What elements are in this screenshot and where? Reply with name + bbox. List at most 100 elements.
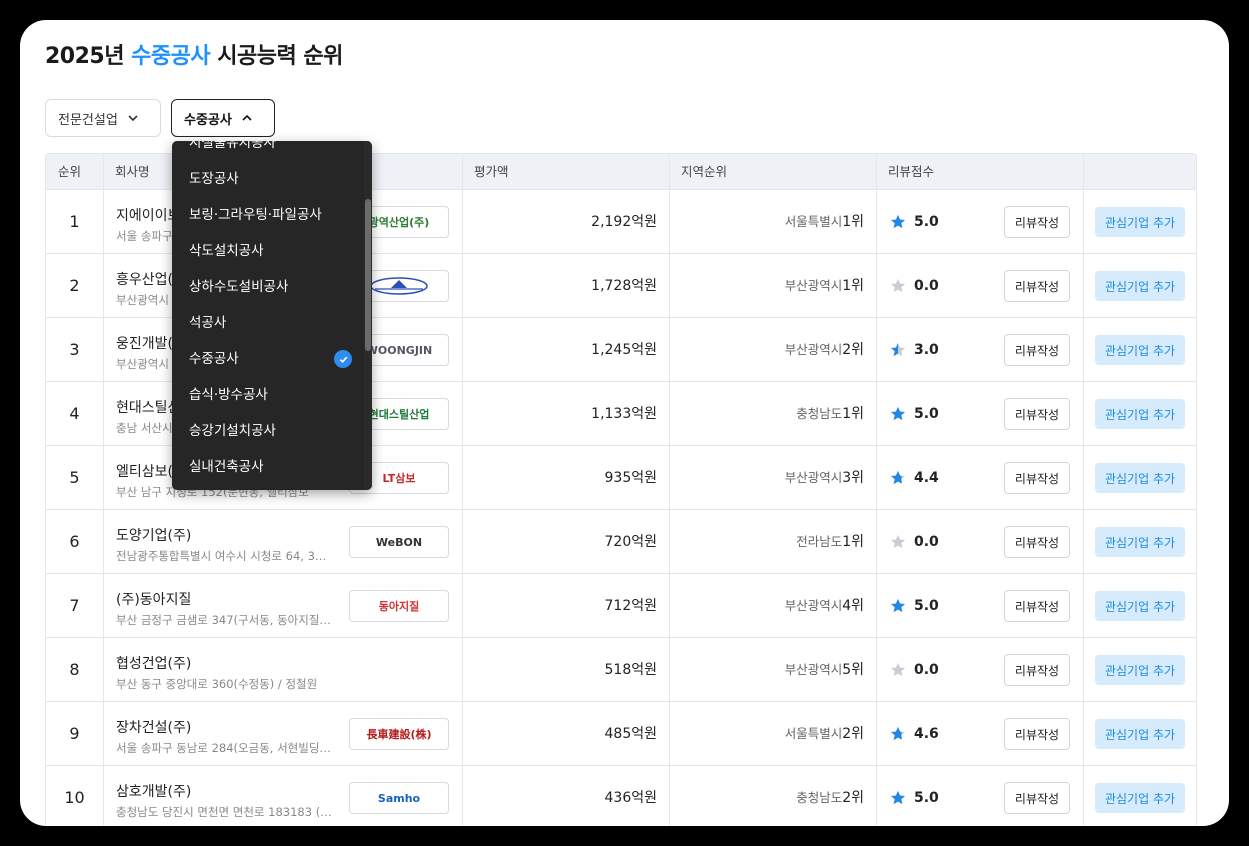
dropdown-option[interactable]: 삭도설치공사 <box>172 233 362 269</box>
review-score: 0.0 <box>889 254 939 318</box>
score-value: 5.0 <box>914 214 939 230</box>
company-address: 전남광주통합특별시 여수시 시청로 64, 3… <box>116 549 327 563</box>
rank-cell: 9 <box>69 724 80 743</box>
write-review-button[interactable]: 리뷰작성 <box>1004 398 1070 430</box>
company-logo: Samho <box>349 782 449 814</box>
star-icon <box>890 790 906 805</box>
dropdown-option-label: 삭도설치공사 <box>189 243 264 259</box>
star-icon <box>890 470 906 485</box>
dropdown-option[interactable]: 석공사 <box>172 305 362 341</box>
company-name[interactable]: 흥우산업( <box>116 269 173 289</box>
write-review-button[interactable]: 리뷰작성 <box>1004 590 1070 622</box>
amount-cell: 1,133억원 <box>591 406 657 422</box>
region-name: 부산광역시 <box>784 278 843 293</box>
region-cell: 부산광역시1위 <box>669 254 864 318</box>
dropdown-option[interactable]: 승강기설치공사 <box>172 413 362 449</box>
page-title: 2025년 수중공사 시공능력 순위 <box>45 38 343 70</box>
rank-cell: 8 <box>69 660 80 679</box>
table-row: 9 장차건설(주) 서울 송파구 동남로 284(오금동, 서현빌딩… 長車建設(株)… <box>46 702 1196 766</box>
write-review-button[interactable]: 리뷰작성 <box>1004 334 1070 366</box>
dropdown-option-label: 승강기설치공사 <box>189 423 276 439</box>
category-filter-label: 전문건설업 <box>58 112 118 128</box>
add-interest-button[interactable]: 관심기업 추가 <box>1095 527 1185 557</box>
column-divider <box>669 154 670 826</box>
score-value: 5.0 <box>914 790 939 806</box>
header-amount: 평가액 <box>474 164 509 179</box>
add-interest-button[interactable]: 관심기업 추가 <box>1095 207 1185 237</box>
region-rank: 1위 <box>842 278 864 294</box>
dropdown-option[interactable]: 습식·방수공사 <box>172 377 362 413</box>
dropdown-option[interactable]: 수중공사 <box>172 341 362 377</box>
rank-cell: 4 <box>69 404 80 423</box>
region-rank: 2위 <box>842 726 864 742</box>
add-interest-button[interactable]: 관심기업 추가 <box>1095 783 1185 813</box>
company-name[interactable]: 협성건업(주) <box>116 653 191 673</box>
score-value: 0.0 <box>914 662 939 678</box>
region-name: 전라남도 <box>796 534 843 549</box>
dropdown-option-label: 도장공사 <box>189 171 239 187</box>
company-name[interactable]: 도양기업(주) <box>116 525 191 545</box>
write-review-button[interactable]: 리뷰작성 <box>1004 654 1070 686</box>
review-score: 5.0 <box>889 382 939 446</box>
emblem-icon <box>370 277 428 295</box>
logo-text: 長車建設(株) <box>366 728 432 741</box>
add-interest-button[interactable]: 관심기업 추가 <box>1095 399 1185 429</box>
region-name: 부산광역시 <box>784 598 843 613</box>
review-score: 4.4 <box>889 446 939 510</box>
subcategory-dropdown: 시설물유지공사도장공사보링·그라우팅·파일공사삭도설치공사상하수도설비공사석공사… <box>172 141 372 490</box>
dropdown-option-label: 상하수도설비공사 <box>189 279 289 295</box>
region-cell: 부산광역시2위 <box>669 318 864 382</box>
add-interest-button[interactable]: 관심기업 추가 <box>1095 335 1185 365</box>
region-rank: 1위 <box>842 214 864 230</box>
review-score: 5.0 <box>889 574 939 638</box>
subcategory-filter[interactable]: 수중공사 <box>171 99 275 137</box>
dropdown-scroll-thumb[interactable] <box>365 199 371 351</box>
company-name[interactable]: 삼호개발(주) <box>116 781 191 801</box>
score-value: 5.0 <box>914 406 939 422</box>
dropdown-option-label: 실내건축공사 <box>189 459 264 475</box>
dropdown-option[interactable]: 시설물유지공사 <box>172 141 362 161</box>
score-value: 3.0 <box>914 342 939 358</box>
add-interest-button[interactable]: 관심기업 추가 <box>1095 591 1185 621</box>
add-interest-button[interactable]: 관심기업 추가 <box>1095 271 1185 301</box>
score-value: 5.0 <box>914 598 939 614</box>
review-score: 5.0 <box>889 766 939 826</box>
company-address: 서울 송파구 동남로 284(오금동, 서현빌딩… <box>116 741 331 755</box>
rank-cell: 10 <box>64 788 85 807</box>
company-name[interactable]: 엘티삼보( <box>116 461 173 481</box>
dropdown-option[interactable]: 상하수도설비공사 <box>172 269 362 305</box>
write-review-button[interactable]: 리뷰작성 <box>1004 526 1070 558</box>
dropdown-option[interactable]: 실내건축공사 <box>172 449 362 485</box>
region-cell: 서울특별시1위 <box>669 190 864 254</box>
add-interest-button[interactable]: 관심기업 추가 <box>1095 655 1185 685</box>
rank-cell: 7 <box>69 596 80 615</box>
chevron-down-icon <box>128 115 138 122</box>
company-address: 부산 동구 중앙대로 360(수정동) / 정철원 <box>116 677 318 691</box>
company-name[interactable]: 지에이이브 <box>116 205 180 225</box>
rank-cell: 3 <box>69 340 80 359</box>
logo-text: 동아지질 <box>378 600 420 613</box>
rank-cell: 1 <box>69 212 80 231</box>
dropdown-scrollbar[interactable] <box>364 141 372 490</box>
company-name[interactable]: 웅진개발( <box>116 333 173 353</box>
company-name[interactable]: 현대스틸산 <box>116 397 180 417</box>
star-icon <box>890 214 906 229</box>
dropdown-option[interactable]: 도장공사 <box>172 161 362 197</box>
star-icon <box>890 342 906 357</box>
write-review-button[interactable]: 리뷰작성 <box>1004 462 1070 494</box>
region-name: 서울특별시 <box>784 726 843 741</box>
score-value: 0.0 <box>914 278 939 294</box>
add-interest-button[interactable]: 관심기업 추가 <box>1095 463 1185 493</box>
table-row: 6 도양기업(주) 전남광주통합특별시 여수시 시청로 64, 3… WeBON 720… <box>46 510 1196 574</box>
write-review-button[interactable]: 리뷰작성 <box>1004 206 1070 238</box>
company-logo: WeBON <box>349 526 449 558</box>
company-name[interactable]: (주)동아지질 <box>116 589 191 609</box>
write-review-button[interactable]: 리뷰작성 <box>1004 782 1070 814</box>
write-review-button[interactable]: 리뷰작성 <box>1004 718 1070 750</box>
amount-cell: 1,245억원 <box>591 342 657 358</box>
write-review-button[interactable]: 리뷰작성 <box>1004 270 1070 302</box>
add-interest-button[interactable]: 관심기업 추가 <box>1095 719 1185 749</box>
company-name[interactable]: 장차건설(주) <box>116 717 191 737</box>
dropdown-option[interactable]: 보링·그라우팅·파일공사 <box>172 197 362 233</box>
category-filter[interactable]: 전문건설업 <box>45 99 161 137</box>
